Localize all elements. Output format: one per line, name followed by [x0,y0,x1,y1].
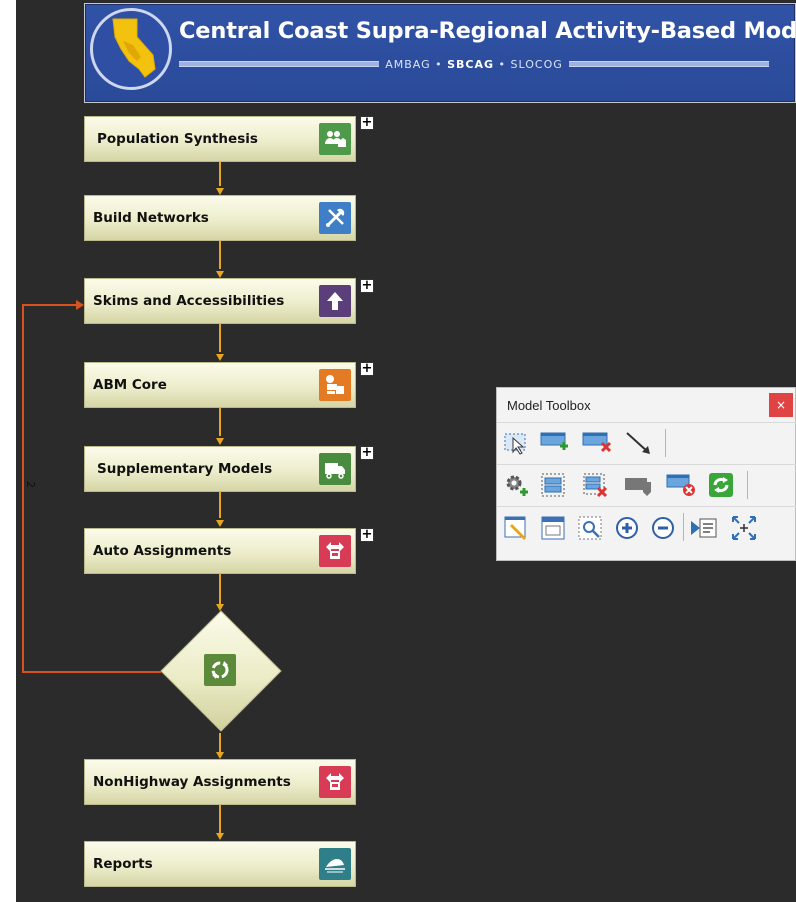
window-icon[interactable] [540,515,566,541]
flow-connector [219,241,221,269]
refresh-icon[interactable] [708,472,734,498]
expand-button[interactable]: + [360,528,374,542]
flow-arrow [216,354,224,361]
model-banner: Central Coast Supra-Regional Activity-Ba… [84,3,796,103]
flow-connector [219,324,221,352]
feedback-iteration-label: 2 [24,481,37,488]
zoom-window-icon[interactable] [577,515,603,541]
flow-connector [219,408,221,436]
flow-connector [219,805,221,833]
toolbox-row-2 [497,464,796,505]
expand-button[interactable]: + [360,279,374,293]
banner-title: Central Coast Supra-Regional Activity-Ba… [179,18,796,44]
tools-icon [319,202,351,234]
agency-separator: • [435,57,443,71]
truck-icon [319,453,351,485]
agency-ambag: AMBAG [385,57,431,71]
assignment-icon [319,535,351,567]
banner-agencies: AMBAG • SBCAG • SLOCOG [179,57,769,71]
step-label: Supplementary Models [97,461,273,477]
toolbar-separator [683,513,684,541]
step-label: Population Synthesis [97,131,258,147]
feedback-loop [22,305,24,672]
step-skims-and-accessibilities[interactable]: Skims and Accessibilities [84,278,356,324]
agency-separator: • [498,57,507,71]
loop-diamond[interactable] [159,609,283,733]
recycle-icon [204,654,236,686]
report-icon [319,848,351,880]
left-gutter [0,0,16,902]
feedback-loop [22,304,78,306]
toolbar-separator [665,429,666,457]
remove-macro-icon[interactable] [666,472,695,498]
expand-button[interactable]: + [360,362,374,376]
select-icon[interactable] [503,430,529,456]
step-label: Reports [93,856,153,872]
step-label: Build Networks [93,210,209,226]
banner-rule-right [568,61,769,67]
expand-button[interactable]: + [360,116,374,130]
flow-arrow [216,833,224,840]
flow-connector [219,733,221,753]
activity-icon [319,369,351,401]
expand-button[interactable]: + [360,446,374,460]
toolbox-row-3 [497,506,796,547]
feedback-loop [22,671,161,673]
flow-connector [219,574,221,604]
fit-to-window-icon[interactable] [729,513,759,543]
flow-arrow [216,752,224,759]
california-logo [90,8,172,90]
step-population-synthesis[interactable]: Population Synthesis [84,116,356,162]
zoom-in-icon[interactable] [614,515,640,541]
feedback-arrow [76,300,84,310]
assignment-icon [319,766,351,798]
step-supplementary-models[interactable]: Supplementary Models [84,446,356,492]
step-label: Auto Assignments [93,543,232,559]
toolbox-title: Model Toolbox [507,398,591,413]
connector-arrow-icon[interactable] [624,430,650,456]
toolbar-separator [747,471,748,499]
up-arrow-icon [319,285,351,317]
group-icon[interactable] [540,472,566,498]
step-nonhighway-assignments[interactable]: NonHighway Assignments [84,759,356,805]
delete-step-icon[interactable] [582,430,612,456]
step-label: Skims and Accessibilities [93,293,285,309]
flow-arrow [216,520,224,527]
flow-connector [219,162,221,186]
flow-arrow [216,438,224,445]
flow-arrow [216,188,224,195]
settings-add-icon[interactable] [503,472,529,498]
run-step-icon[interactable] [690,515,717,541]
banner-rule-left [179,61,380,67]
flow-connector [219,492,221,518]
agency-sbcag: SBCAG [447,57,495,71]
step-build-networks[interactable]: Build Networks [84,195,356,241]
close-button[interactable]: × [769,393,793,417]
step-reports[interactable]: Reports [84,841,356,887]
step-label: NonHighway Assignments [93,774,291,790]
step-auto-assignments[interactable]: Auto Assignments [84,528,356,574]
model-toolbox[interactable]: Model Toolbox × [496,387,796,561]
step-abm-core[interactable]: ABM Core [84,362,356,408]
banner-agency-list: AMBAG • SBCAG • SLOCOG [385,58,563,71]
population-icon [319,123,351,155]
step-label: ABM Core [93,377,167,393]
flow-arrow [216,271,224,278]
ungroup-icon[interactable] [582,472,608,498]
toolbox-row-1 [497,422,796,463]
agency-slocog: SLOCOG [510,57,563,71]
edit-icon[interactable] [503,515,529,541]
add-step-icon[interactable] [540,430,568,456]
macro-icon[interactable] [624,472,651,498]
zoom-out-icon[interactable] [650,515,676,541]
